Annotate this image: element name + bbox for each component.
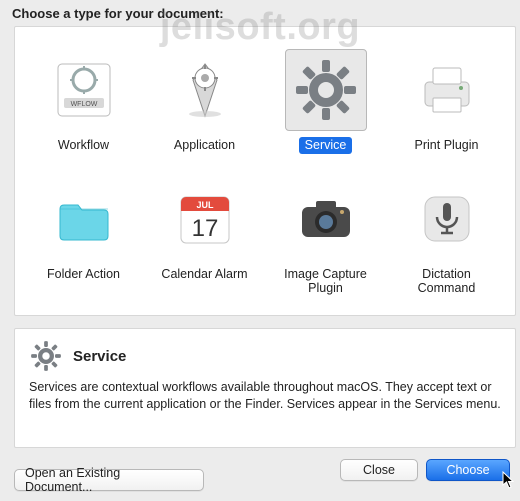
- open-existing-document-button[interactable]: Open an Existing Document...: [14, 469, 204, 491]
- type-application[interactable]: Application: [149, 49, 261, 153]
- type-calendar-alarm-label: Calendar Alarm: [155, 266, 253, 282]
- type-print-plugin-label: Print Plugin: [409, 137, 485, 153]
- grid-row-1: WFLOW Workflow Application: [23, 49, 507, 153]
- calendar-day-text: 17: [191, 215, 218, 242]
- grid-row-2: Folder Action JUL 17 Calendar Alarm: [23, 178, 507, 297]
- type-dictation-label: Dictation Command: [393, 266, 501, 297]
- image-capture-icon: [285, 178, 367, 260]
- type-print-plugin[interactable]: Print Plugin: [391, 49, 503, 153]
- type-workflow-label: Workflow: [52, 137, 115, 153]
- type-service[interactable]: Service: [270, 49, 382, 153]
- type-calendar-alarm[interactable]: JUL 17 Calendar Alarm: [149, 178, 261, 297]
- type-folder-action[interactable]: Folder Action: [28, 178, 140, 297]
- document-type-grid: WFLOW Workflow Application: [14, 26, 516, 316]
- application-icon: [164, 49, 246, 131]
- type-folder-action-label: Folder Action: [41, 266, 126, 282]
- footer: Open an Existing Document... Close Choos…: [0, 455, 520, 501]
- choose-button[interactable]: Choose: [426, 459, 510, 481]
- workflow-icon: WFLOW: [43, 49, 125, 131]
- description-title: Service: [73, 348, 126, 365]
- type-image-capture[interactable]: Image Capture Plugin: [270, 178, 382, 297]
- description-body: Services are contextual workflows availa…: [29, 379, 501, 413]
- type-workflow[interactable]: WFLOW Workflow: [28, 49, 140, 153]
- type-dictation[interactable]: Dictation Command: [391, 178, 503, 297]
- calendar-alarm-icon: JUL 17: [164, 178, 246, 260]
- dictation-icon: [406, 178, 488, 260]
- service-icon: [285, 49, 367, 131]
- type-image-capture-label: Image Capture Plugin: [272, 266, 380, 297]
- description-panel: Service Services are contextual workflow…: [14, 328, 516, 448]
- close-button[interactable]: Close: [340, 459, 418, 481]
- gear-icon: [29, 339, 63, 373]
- type-application-label: Application: [168, 137, 241, 153]
- folder-action-icon: [43, 178, 125, 260]
- type-service-label: Service: [299, 137, 353, 153]
- print-plugin-icon: [406, 49, 488, 131]
- prompt-label: Choose a type for your document:: [12, 6, 224, 21]
- calendar-month-text: JUL: [196, 200, 214, 210]
- svg-text:WFLOW: WFLOW: [70, 101, 97, 108]
